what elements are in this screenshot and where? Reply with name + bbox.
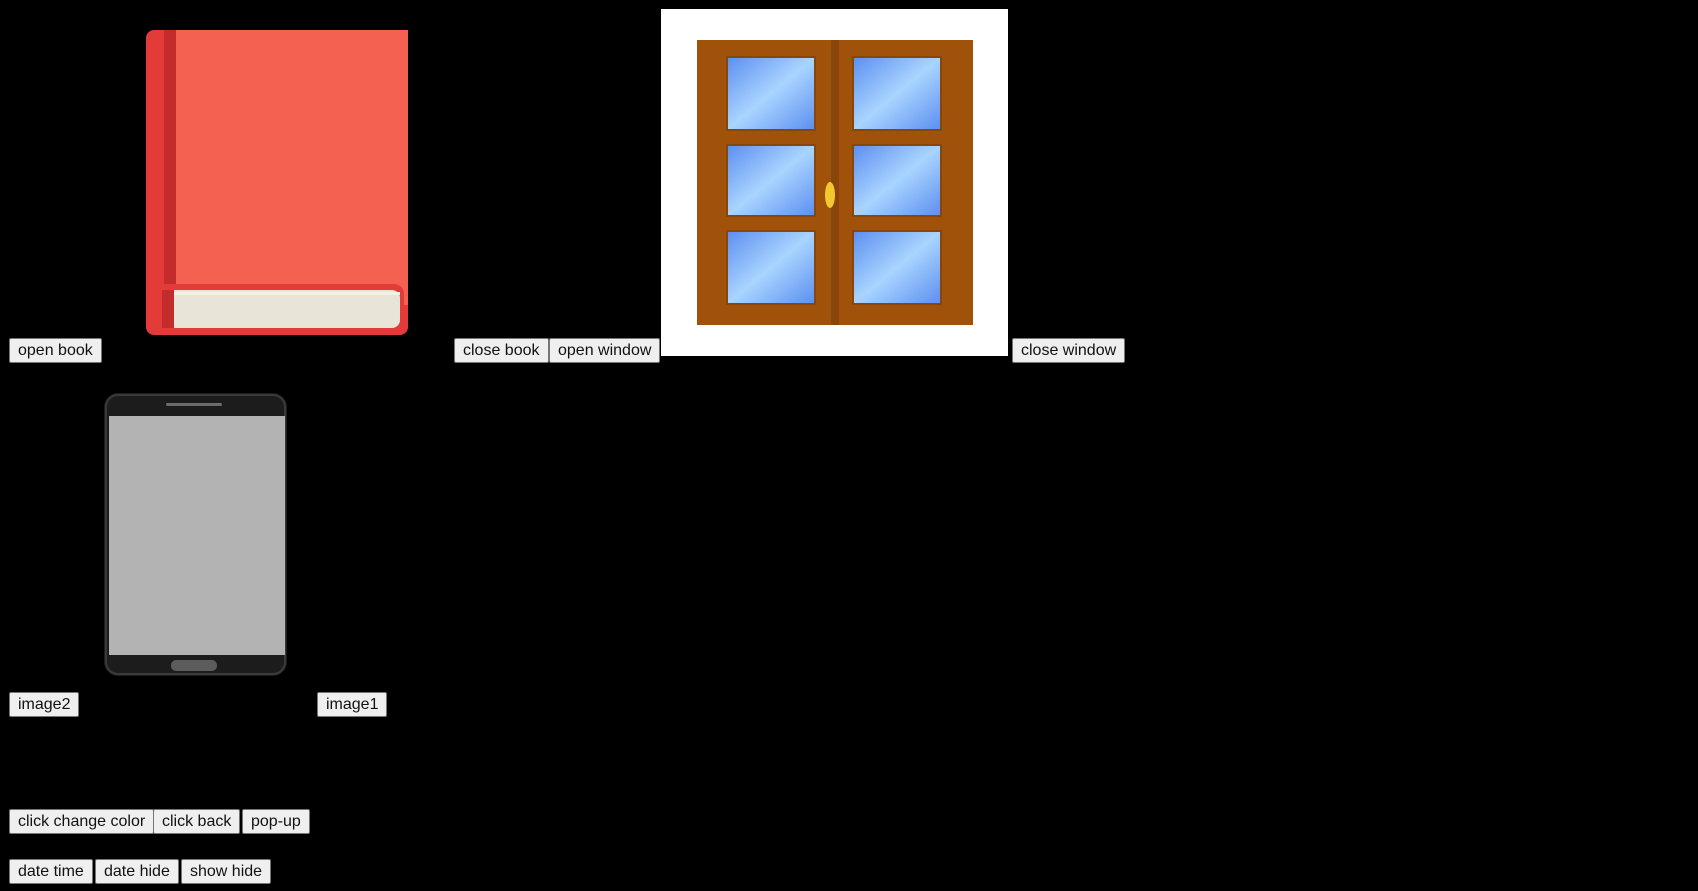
close-window-button[interactable]: close window bbox=[1012, 338, 1126, 363]
window-image bbox=[661, 9, 1008, 356]
window-icon bbox=[697, 40, 973, 325]
image1-button[interactable]: image1 bbox=[317, 692, 388, 717]
page-canvas: open book close book open window close w… bbox=[0, 0, 1698, 891]
book-image bbox=[146, 30, 408, 335]
pop-up-button[interactable]: pop-up bbox=[242, 809, 310, 834]
phone-image bbox=[104, 393, 287, 676]
image2-button[interactable]: image2 bbox=[9, 692, 80, 717]
click-change-color-button[interactable]: click change color bbox=[9, 809, 155, 834]
open-window-button[interactable]: open window bbox=[549, 338, 661, 363]
date-hide-button[interactable]: date hide bbox=[95, 859, 179, 884]
phone-icon bbox=[104, 393, 287, 676]
date-time-button[interactable]: date time bbox=[9, 859, 93, 884]
close-book-button[interactable]: close book bbox=[454, 338, 549, 363]
click-back-button[interactable]: click back bbox=[153, 809, 241, 834]
open-book-button[interactable]: open book bbox=[9, 338, 102, 363]
book-icon bbox=[146, 30, 408, 335]
show-hide-button[interactable]: show hide bbox=[181, 859, 272, 884]
